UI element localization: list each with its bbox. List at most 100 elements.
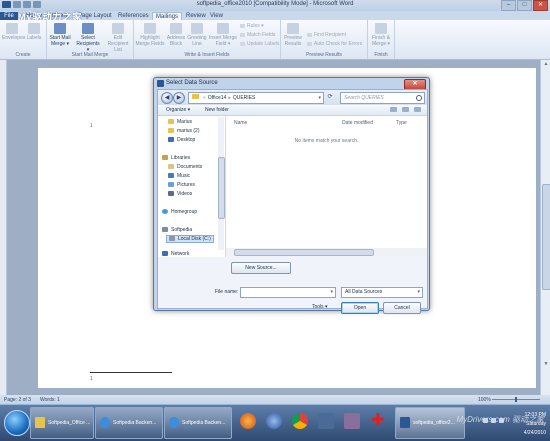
edit-list-icon [112, 23, 124, 34]
command-bar: Organize ▾ New folder [158, 105, 427, 116]
music-icon [168, 173, 174, 178]
word-count[interactable]: Words: 1 [40, 397, 60, 403]
firefox-icon[interactable] [240, 413, 256, 429]
view-options-icon[interactable] [390, 107, 397, 112]
taskbar-item-ie-2[interactable]: Softpedia Backen... [164, 407, 232, 439]
folder-icon [168, 119, 174, 124]
open-button[interactable]: Open [341, 302, 379, 314]
new-folder-button[interactable]: New folder [205, 107, 229, 113]
address-block-button[interactable]: Address Block [166, 23, 186, 47]
nav-item-pictures[interactable]: Pictures [168, 182, 195, 188]
hscroll-thumb[interactable] [234, 249, 374, 256]
address-bar[interactable]: «Office14 ▸ QUERIES ▾ [188, 92, 324, 104]
greeting-line-button[interactable]: Greeting Line [187, 23, 207, 47]
chevron-down-icon[interactable]: ▾ [318, 93, 321, 103]
tools-button[interactable]: Tools ▾ [312, 304, 328, 310]
zoom-slider-knob[interactable] [515, 397, 517, 402]
nav-item-local-disk[interactable]: Local Disk (C:) [166, 235, 214, 243]
document-scrollbar[interactable]: ▲ ▼ [540, 60, 550, 395]
rules-button[interactable]: Rules ▾ [240, 23, 264, 29]
tab-view[interactable]: View [210, 12, 223, 20]
nav-scroll-thumb[interactable] [218, 157, 225, 219]
organize-button[interactable]: Organize ▾ [166, 107, 190, 113]
new-source-button[interactable]: New Source... [231, 262, 291, 274]
preview-icon [287, 23, 299, 34]
nav-item-documents[interactable]: Documents [168, 164, 202, 170]
nav-item-libraries[interactable]: Libraries [162, 155, 190, 161]
nav-item-homegroup[interactable]: Homegroup [162, 209, 197, 215]
app-icon[interactable] [318, 413, 334, 429]
taskbar-item-word[interactable]: softpedia_office2... [395, 407, 465, 439]
labels-button[interactable]: Labels [24, 23, 44, 41]
cancel-button[interactable]: Cancel [383, 302, 421, 314]
tab-references[interactable]: References [118, 12, 149, 20]
nav-item-softpedia[interactable]: Softpedia [162, 227, 192, 233]
start-mail-merge-button[interactable]: Start Mail Merge ▾ [48, 23, 72, 47]
highlight-icon [144, 23, 156, 34]
forward-button[interactable]: ▶ [173, 92, 185, 104]
file-name-input[interactable]: ▾ [240, 287, 336, 298]
file-type-filter[interactable]: All Data Sources ▾ [341, 287, 423, 298]
address-navbar: ◀ ▶ «Office14 ▸ QUERIES ▾ ⟳ Search QUERIES [158, 90, 427, 105]
finish-merge-button[interactable]: Finish & Merge ▾ [370, 23, 392, 47]
start-button[interactable] [4, 410, 30, 436]
red-cross-icon[interactable]: ✚ [370, 413, 386, 429]
tab-file[interactable]: File [0, 12, 18, 20]
file-list-hscrollbar[interactable] [226, 248, 427, 256]
minimize-button[interactable]: – [501, 0, 516, 11]
column-name[interactable]: Name [234, 120, 247, 126]
nav-item-videos[interactable]: Videos [168, 191, 192, 197]
envelopes-button[interactable]: Envelopes [2, 23, 25, 41]
zoom-level[interactable]: 100% [478, 397, 491, 403]
group-label-preview: Preview Results [306, 52, 342, 58]
nav-item-network[interactable]: Network [162, 251, 189, 257]
browser-icon[interactable] [266, 413, 282, 429]
nav-item-desktop[interactable]: Desktop [168, 137, 195, 143]
scroll-down-arrow[interactable]: ▼ [541, 360, 550, 368]
scroll-thumb[interactable] [542, 184, 550, 290]
envelope-icon [6, 23, 18, 34]
breadcrumb-office14[interactable]: Office14 [208, 95, 227, 101]
media-icon[interactable] [344, 413, 360, 429]
footnote-mark: 1 [90, 376, 93, 382]
page-count[interactable]: Page: 2 of 3 [4, 397, 31, 403]
edit-recipient-list-button[interactable]: Edit Recipient List [104, 23, 132, 53]
chrome-icon[interactable] [292, 413, 308, 429]
tab-review[interactable]: Review [186, 12, 206, 20]
scroll-up-arrow[interactable]: ▲ [541, 60, 550, 68]
file-list[interactable]: Name Date modified Type No items match y… [226, 116, 427, 248]
search-input[interactable]: Search QUERIES [340, 92, 425, 104]
window-controls: – □ ✕ [501, 0, 548, 11]
maximize-button[interactable]: □ [517, 0, 532, 11]
nav-item-marius-2[interactable]: marius (2) [168, 128, 200, 134]
nav-pane-scrollbar[interactable] [218, 117, 225, 250]
help-icon[interactable] [414, 107, 421, 112]
breadcrumb-queries[interactable]: QUERIES [233, 95, 256, 101]
chevron-down-icon[interactable]: ▾ [330, 289, 333, 295]
taskbar-item-explorer[interactable]: Softpedia_Office ... [30, 407, 94, 439]
column-date-modified[interactable]: Date modified [342, 120, 373, 126]
close-button[interactable]: ✕ [533, 0, 548, 11]
preview-pane-icon[interactable] [402, 107, 409, 112]
group-label-create: Create [15, 52, 31, 58]
select-recipients-button[interactable]: Select Recipients ▾ [75, 23, 101, 53]
auto-check-errors-button[interactable]: Auto Check for Errors [307, 41, 362, 47]
nav-item-music[interactable]: Music [168, 173, 190, 179]
highlight-merge-fields-button[interactable]: Highlight Merge Fields [135, 23, 165, 47]
tab-page-layout[interactable]: Page Layout [78, 12, 112, 20]
update-labels-button[interactable]: Update Labels [240, 41, 279, 47]
ie-icon [100, 417, 110, 428]
address-block-icon [170, 23, 182, 34]
find-recipient-button[interactable]: Find Recipient [307, 32, 346, 38]
column-type[interactable]: Type [396, 120, 407, 126]
insert-merge-field-button[interactable]: Insert Merge Field ▾ [208, 23, 238, 47]
back-button[interactable]: ◀ [161, 92, 173, 104]
match-fields-button[interactable]: Match Fields [240, 32, 275, 38]
group-write-insert-fields: Highlight Merge Fields Address Block Gre… [134, 20, 281, 59]
preview-results-button[interactable]: Preview Results [282, 23, 304, 47]
nav-item-marius[interactable]: Marius [168, 119, 192, 125]
chevron-down-icon[interactable]: ▾ [417, 288, 420, 297]
taskbar-item-ie-1[interactable]: Softpedia Backen... [95, 407, 163, 439]
search-icon [416, 95, 422, 101]
refresh-icon[interactable]: ⟳ [324, 92, 336, 102]
